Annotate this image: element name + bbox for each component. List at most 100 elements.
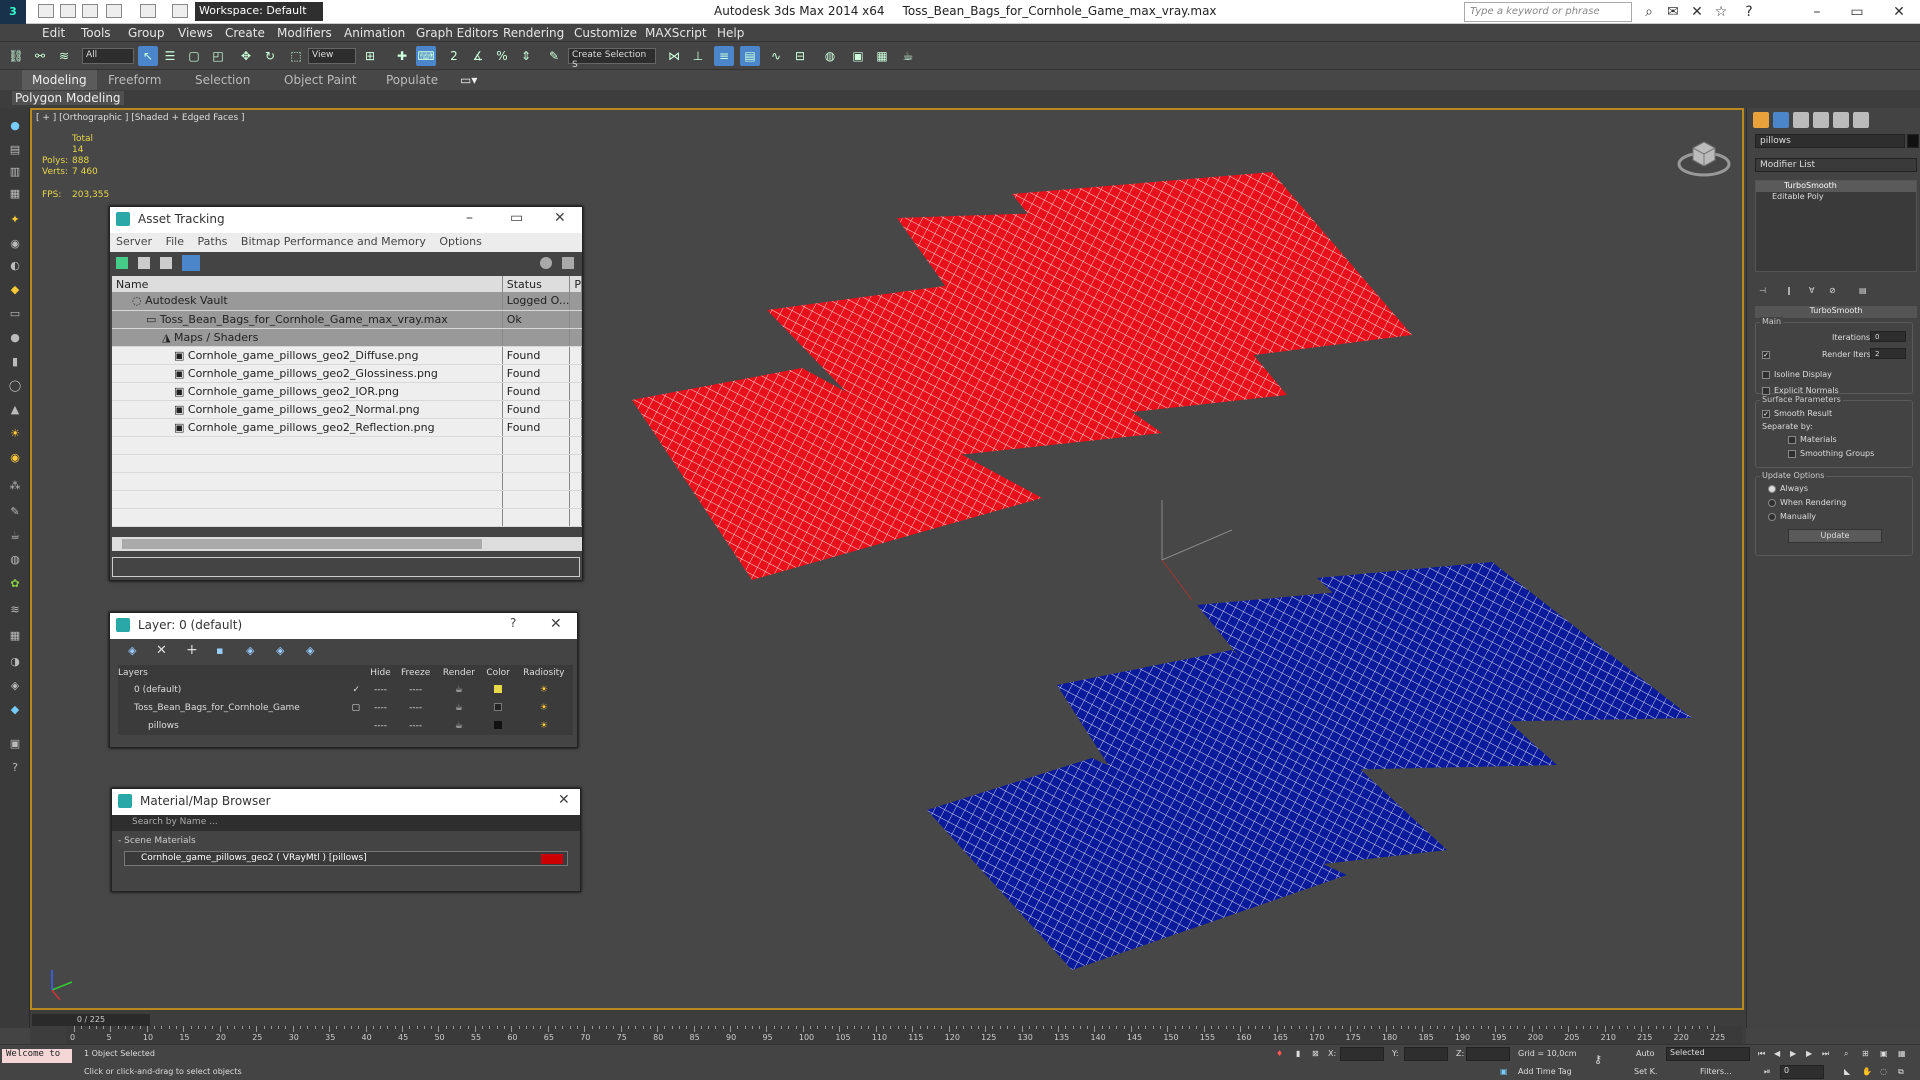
table-row[interactable]: ▣ Cornhole_game_pillows_geo2_Glossiness.… xyxy=(112,364,582,383)
material-item[interactable]: Cornhole_game_pillows_geo2 ( VRayMtl ) [… xyxy=(124,851,568,866)
schematic-view-icon[interactable]: ⊟ xyxy=(790,46,810,66)
time-tag-icon[interactable]: ▣ xyxy=(1500,1067,1508,1076)
add-time-tag[interactable]: Add Time Tag xyxy=(1518,1067,1572,1076)
utilities-tab-icon[interactable] xyxy=(1853,112,1869,128)
table-row[interactable]: ▣ Cornhole_game_pillows_geo2_Diffuse.png… xyxy=(112,346,582,365)
asset-menu-file[interactable]: File xyxy=(166,235,184,248)
tab-modeling[interactable]: Modeling xyxy=(22,70,97,90)
key-mode-icon[interactable]: ⏯ xyxy=(1764,1067,1770,1077)
globe-icon[interactable]: ◍ xyxy=(6,552,24,568)
menu-edit[interactable]: Edit xyxy=(42,26,65,40)
table-row[interactable]: ▣ Cornhole_game_pillows_geo2_Normal.png F… xyxy=(112,400,582,419)
ribbon-options-icon[interactable]: ▭▾ xyxy=(460,73,477,87)
key-filter-dropdown[interactable]: Selected xyxy=(1666,1047,1750,1061)
update-always-radio[interactable] xyxy=(1768,485,1776,493)
scene-materials-header[interactable]: - Scene Materials xyxy=(112,835,580,849)
angle-snap-icon[interactable]: ∡ xyxy=(468,46,488,66)
menu-help[interactable]: Help xyxy=(717,26,744,40)
foliage-icon[interactable]: ✿ xyxy=(6,576,24,592)
layers-icon[interactable]: ▣ xyxy=(6,736,24,752)
paint-icon[interactable]: ✎ xyxy=(6,504,24,520)
helpers-icon[interactable]: ◐ xyxy=(6,258,24,274)
help-button[interactable]: ? xyxy=(510,616,516,630)
blue-pillow-group[interactable] xyxy=(927,562,1692,970)
asset-menu-server[interactable]: Server xyxy=(116,235,152,248)
torus-icon[interactable]: ◯ xyxy=(6,378,24,394)
menu-rendering[interactable]: Rendering xyxy=(503,26,564,40)
undo-icon[interactable] xyxy=(106,4,122,18)
cone-icon[interactable]: ▲ xyxy=(6,402,24,418)
col-render[interactable]: Render xyxy=(436,665,482,681)
modifier-turbosmooth[interactable]: TurboSmooth xyxy=(1756,181,1916,192)
select-in-layer-icon[interactable]: ▪ xyxy=(216,644,223,657)
light-bulb-icon[interactable]: ◉ xyxy=(6,450,24,466)
align-icon[interactable]: ⊥ xyxy=(688,46,708,66)
smooth-result-checkbox[interactable]: ✓ xyxy=(1762,410,1770,418)
asset-menu-bitmap[interactable]: Bitmap Performance and Memory xyxy=(241,235,426,248)
go-to-end-icon[interactable]: ⏭ xyxy=(1822,1049,1829,1059)
material-search-input[interactable]: Search by Name ... xyxy=(112,815,580,831)
camera-icon[interactable]: ◉ xyxy=(6,236,24,252)
scale-icon[interactable]: ⬚ xyxy=(286,46,306,66)
col-color[interactable]: Color xyxy=(481,665,515,681)
search-input[interactable]: Type a keyword or phrase xyxy=(1464,2,1632,22)
render-iters-checkbox[interactable]: ✓ xyxy=(1762,351,1770,359)
edit-named-selection-icon[interactable]: ✎ xyxy=(544,46,564,66)
zoom-extents-all-icon[interactable]: ▦ xyxy=(1898,1049,1906,1058)
play-icon[interactable]: ▶ xyxy=(1790,1049,1796,1058)
object-color-swatch[interactable] xyxy=(494,720,503,729)
mirror-icon[interactable]: ⋈ xyxy=(664,46,684,66)
close-button[interactable]: ✕ xyxy=(554,210,566,226)
key-icon[interactable]: ⚷ xyxy=(1594,1053,1602,1066)
create-panel-icon[interactable]: ● xyxy=(6,118,24,134)
orbit-icon[interactable]: ◌ xyxy=(1880,1067,1887,1076)
render-teapot-icon[interactable]: ☕ xyxy=(436,699,482,717)
window-crossing-icon[interactable]: ◰ xyxy=(208,46,228,66)
effects-icon[interactable]: ◈ xyxy=(6,678,24,694)
create-tab-icon[interactable] xyxy=(1753,112,1769,128)
close-button[interactable]: ✕ xyxy=(558,792,570,808)
hide-all-icon[interactable]: ◈ xyxy=(276,644,284,657)
asset-menu-options[interactable]: Options xyxy=(439,235,481,248)
particle-icon[interactable]: ⁂ xyxy=(6,478,24,494)
iterations-spinner[interactable]: 0 xyxy=(1870,331,1906,342)
move-icon[interactable]: ✥ xyxy=(236,46,256,66)
render-iters-spinner[interactable]: 2 xyxy=(1870,348,1906,359)
layer-manager-icon[interactable]: ≡ xyxy=(714,46,734,66)
reference-coordinate-dropdown[interactable]: View xyxy=(308,48,356,64)
menu-group[interactable]: Group xyxy=(128,26,165,40)
communication-center-icon[interactable]: ✉ xyxy=(1660,2,1686,22)
tab-populate[interactable]: Populate xyxy=(386,73,438,87)
active-check-icon[interactable]: ✓ xyxy=(352,685,360,695)
table-row[interactable]: ◮ Maps / Shaders xyxy=(112,328,582,347)
asset-menu-paths[interactable]: Paths xyxy=(198,235,228,248)
spinner-snap-icon[interactable]: ⇕ xyxy=(516,46,536,66)
key-filters-button[interactable]: Filters... xyxy=(1700,1067,1732,1076)
render-setup-icon[interactable]: ▣ xyxy=(848,46,868,66)
separate-smoothing-groups-checkbox[interactable] xyxy=(1788,450,1796,458)
render-teapot-icon[interactable]: ☕ xyxy=(436,681,482,699)
spacewarp-icon[interactable]: ◆ xyxy=(6,282,24,298)
object-color-swatch[interactable] xyxy=(1907,134,1919,148)
absolute-mode-icon[interactable]: ⊠ xyxy=(1312,1049,1319,1058)
menu-modifiers[interactable]: Modifiers xyxy=(277,26,332,40)
menu-tools[interactable]: Tools xyxy=(81,26,111,40)
y-coordinate-field[interactable] xyxy=(1404,1047,1448,1061)
object-name-field[interactable]: pillows xyxy=(1755,134,1905,148)
polygon-modeling-label[interactable]: Polygon Modeling xyxy=(12,91,124,105)
help-icon[interactable]: ? xyxy=(1736,2,1762,22)
percent-snap-icon[interactable]: % xyxy=(492,46,512,66)
motion-tab-icon[interactable] xyxy=(1813,112,1829,128)
explicit-normals-checkbox[interactable] xyxy=(1762,387,1770,395)
horizontal-scrollbar[interactable] xyxy=(112,537,582,551)
layer-color-swatch[interactable] xyxy=(494,702,503,711)
col-hide[interactable]: Hide xyxy=(366,665,395,681)
help-icon[interactable] xyxy=(540,257,552,269)
col-layers[interactable]: Layers xyxy=(118,665,366,681)
cloth-icon[interactable]: ▦ xyxy=(6,628,24,644)
named-selection-dropdown[interactable]: Create Selection S xyxy=(568,48,656,70)
redo-icon[interactable] xyxy=(140,4,156,18)
isoline-display-checkbox[interactable] xyxy=(1762,371,1770,379)
auto-key-button[interactable]: Auto xyxy=(1636,1049,1655,1058)
update-manually-radio[interactable] xyxy=(1768,513,1776,521)
